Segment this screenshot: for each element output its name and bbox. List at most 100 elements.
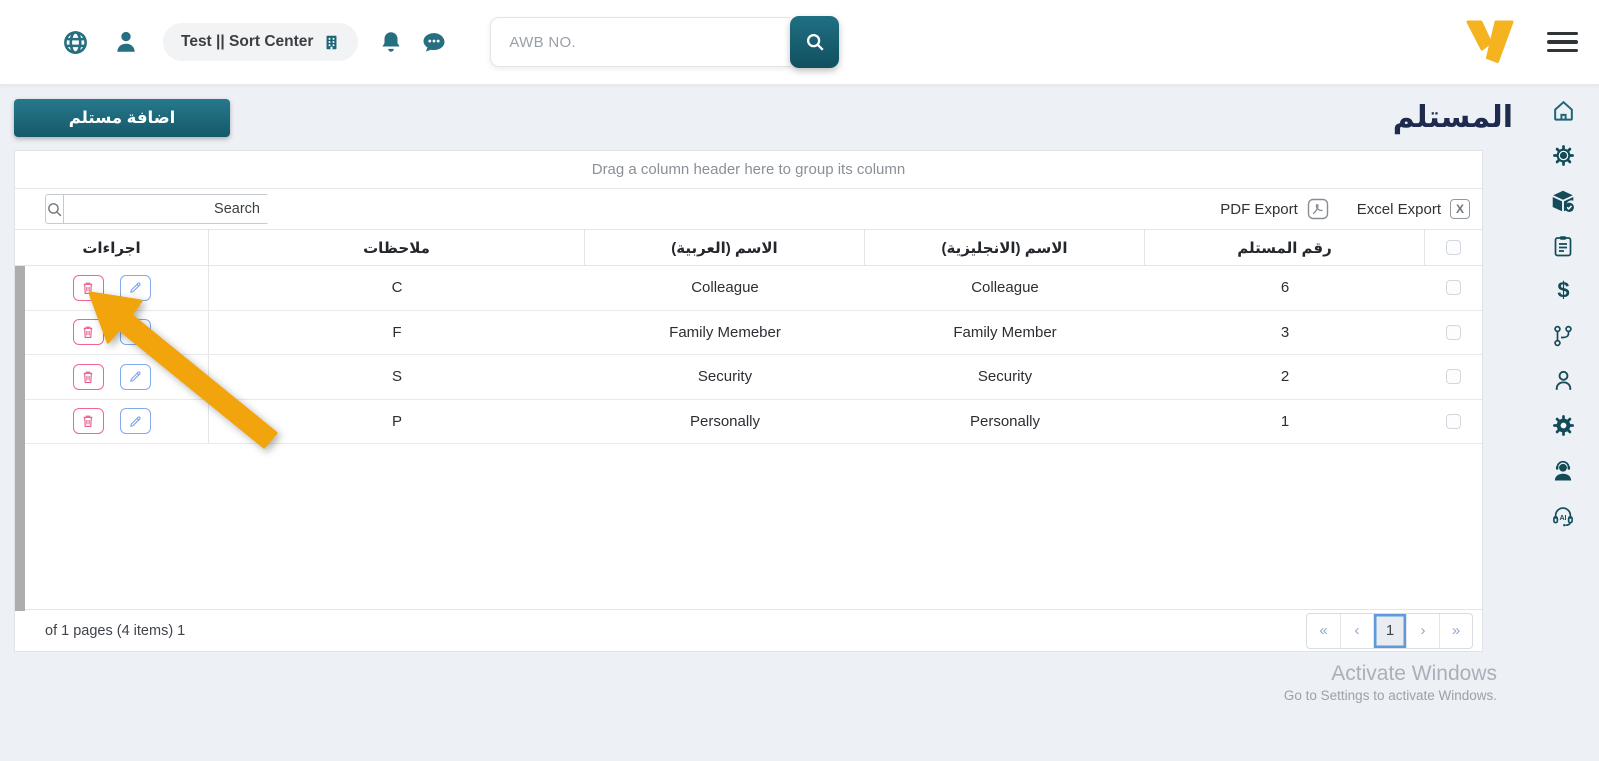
recipients-table: رقم المستلم الاسم (الانجليزية) الاسم (ال… [15,229,1482,444]
sidebar-item-home[interactable] [1548,98,1578,123]
finance-dollar-icon: $ [1557,278,1569,302]
pencil-icon [129,371,141,383]
pdf-icon [1307,198,1328,220]
right-sidebar: $ AI [1527,85,1599,761]
awb-search-input[interactable] [490,17,791,67]
workspace-badge-label: Test || Sort Center [181,33,314,50]
sidebar-item-users[interactable] [1548,368,1578,393]
header-recipient-number[interactable]: رقم المستلم [1145,230,1425,265]
cell-recipient-number: 1 [1280,412,1290,430]
header-notes[interactable]: ملاحظات [209,230,585,265]
workspace-badge[interactable]: Test || Sort Center [163,23,359,61]
support-agent-icon [1554,460,1572,481]
sidebar-item-settings[interactable] [1548,413,1578,438]
table-row: 1 Personally Personally P [15,399,1482,444]
header-name-arabic[interactable]: الاسم (العربية) [585,230,865,265]
cell-actions [15,310,209,354]
row-checkbox[interactable] [1446,280,1461,296]
table-header-row: رقم المستلم الاسم (الانجليزية) الاسم (ال… [15,229,1482,266]
select-all-checkbox[interactable] [1446,240,1461,255]
grid-search-icon [46,195,64,223]
clipboard-icon [1554,235,1572,256]
row-checkbox[interactable] [1446,324,1461,340]
cell-name-english: Family Member [953,323,1057,341]
cell-name-english: Security [977,368,1033,386]
vertical-scrollbar-thumb[interactable] [15,266,25,611]
table-row: 2 Security Security S [15,355,1482,400]
last-page-button[interactable]: » [1439,613,1472,648]
package-check-icon [1552,190,1574,212]
language-globe-icon[interactable] [62,29,89,56]
cell-name-arabic: Security [697,368,753,386]
chat-messages-icon[interactable] [420,28,448,56]
page-summary: of 1 pages (4 items) 1 [45,622,186,639]
cell-name-english: Personally [969,412,1041,430]
cell-actions [15,355,209,399]
row-checkbox-cell [1425,400,1482,444]
pdf-export-button[interactable]: PDF Export [1220,198,1329,220]
cell-actions [15,266,209,310]
table-body: 6 Colleague Colleague C 3 Family Member … [15,266,1482,444]
company-logo-v [1463,19,1517,65]
cell-recipient-number: 2 [1280,368,1290,386]
page-title: المستلم [1392,101,1513,134]
edit-button[interactable] [119,363,151,390]
notifications-bell-icon[interactable] [378,29,404,55]
header-actions[interactable]: اجراءات [15,230,209,265]
next-page-button[interactable]: › [1406,613,1439,648]
sidebar-item-ai-assistant[interactable]: AI [1548,503,1578,528]
grid-search-box [45,194,269,224]
grid-search-input[interactable] [64,195,269,223]
trash-icon [83,326,93,339]
watermark-line1: Activate Windows [1331,662,1497,685]
user-profile-icon[interactable] [113,29,139,55]
group-panel[interactable]: Drag a column header here to group its c… [15,151,1482,189]
watermark-line2: Go to Settings to activate Windows. [1283,688,1497,703]
awb-search-button[interactable] [790,16,840,68]
trash-icon [83,415,93,428]
row-checkbox[interactable] [1446,369,1461,385]
ai-assistant-headset-icon: AI [1553,506,1573,526]
row-checkbox-cell [1425,355,1482,399]
edit-button[interactable] [119,408,151,435]
settings-gear-icon [1552,415,1574,436]
sidebar-item-reports[interactable] [1548,233,1578,258]
add-recipient-button[interactable]: اضافة مستلم [14,98,230,137]
edit-button[interactable] [119,319,151,346]
pdf-export-label: PDF Export [1220,200,1298,218]
cell-notes: C [391,279,403,297]
building-icon [326,35,337,49]
user-icon [1555,370,1571,390]
edit-button[interactable] [119,274,151,301]
hamburger-menu-icon[interactable] [1547,31,1578,53]
trash-icon [83,282,93,294]
delete-button[interactable] [72,319,104,346]
grid-footer: of 1 pages (4 items) 1 « ‹ 1 › » [15,609,1482,651]
delete-button[interactable] [72,274,104,301]
delete-button[interactable] [72,363,104,390]
sidebar-item-finance[interactable]: $ [1548,278,1578,303]
cell-recipient-number: 3 [1280,323,1290,341]
first-page-button[interactable]: « [1307,614,1340,648]
cell-notes: S [392,368,403,386]
sidebar-item-support[interactable] [1548,458,1578,483]
workflow-branch-icon [1554,325,1572,346]
group-panel-hint: Drag a column header here to group its c… [591,161,906,178]
row-checkbox[interactable] [1446,413,1461,429]
excel-icon: X [1450,199,1470,219]
excel-export-label: Excel Export [1356,200,1441,218]
cell-name-arabic: Personally [689,412,761,430]
home-icon [1553,100,1573,121]
excel-export-button[interactable]: Excel Export X [1357,199,1470,219]
cell-actions [15,399,209,443]
sidebar-item-workflow[interactable] [1548,323,1578,348]
header-name-english[interactable]: الاسم (الانجليزية) [865,230,1145,265]
previous-page-button[interactable]: ‹ [1340,613,1373,648]
delete-button[interactable] [72,408,104,435]
cell-recipient-number: 6 [1280,279,1290,297]
current-page-button[interactable]: 1 [1373,613,1406,648]
table-row: 6 Colleague Colleague C [15,266,1482,311]
cell-name-english: Colleague [971,279,1039,297]
sidebar-item-new-modules[interactable] [1548,143,1578,168]
sidebar-item-packages[interactable] [1548,188,1578,213]
